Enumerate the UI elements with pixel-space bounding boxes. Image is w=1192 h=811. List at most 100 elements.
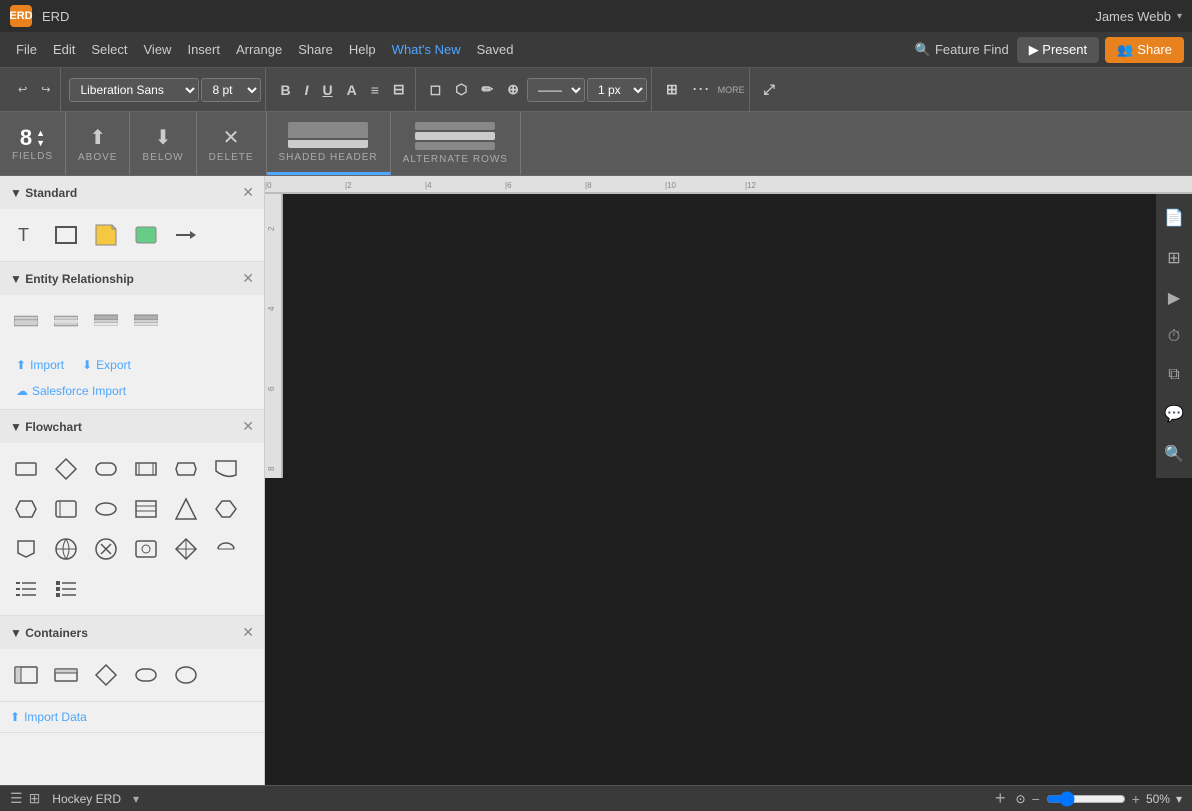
er-shape-4[interactable]	[128, 303, 164, 339]
user-dropdown-arrow[interactable]: ▾	[1177, 11, 1182, 22]
menu-insert[interactable]: Insert	[179, 38, 228, 61]
zoom-slider[interactable]	[1046, 791, 1126, 807]
fill-color-button[interactable]: ⬡	[449, 77, 473, 102]
cont-2[interactable]	[48, 657, 84, 693]
present-button[interactable]: ▶ Present	[1017, 37, 1099, 63]
er-header[interactable]: ▼ Entity Relationship ✕	[0, 262, 264, 295]
cont-3[interactable]	[88, 657, 124, 693]
flowchart-header[interactable]: ▼ Flowchart ✕	[0, 410, 264, 443]
green-shape[interactable]	[128, 217, 164, 253]
extras-button[interactable]: ⊞	[660, 77, 684, 102]
right-panel-timer-icon[interactable]: ⏱	[1162, 322, 1186, 352]
er-shape-2[interactable]	[48, 303, 84, 339]
fc-s8[interactable]	[48, 531, 84, 567]
fc-s1[interactable]	[8, 491, 44, 527]
menu-select[interactable]: Select	[83, 38, 135, 61]
menu-view[interactable]: View	[136, 38, 180, 61]
cont-1[interactable]	[8, 657, 44, 693]
fc-s4[interactable]	[128, 491, 164, 527]
count-up-arrow[interactable]: ▲	[36, 128, 45, 138]
undo-button[interactable]: ↩	[12, 79, 33, 100]
expand-button[interactable]: ⤢	[758, 77, 781, 102]
fc-s5[interactable]	[168, 491, 204, 527]
import-btn[interactable]: ⬆ Import	[10, 355, 70, 375]
fc-s12[interactable]	[208, 531, 244, 567]
align-left-button[interactable]: ≡	[365, 78, 385, 102]
bold-button[interactable]: B	[274, 78, 296, 102]
fc-s2[interactable]	[48, 491, 84, 527]
count-arrows[interactable]: ▲ ▼	[36, 128, 45, 148]
align-right-button[interactable]: ⊟	[387, 77, 411, 102]
standard-header[interactable]: ▼ Standard ✕	[0, 176, 264, 209]
menu-help[interactable]: Help	[341, 38, 384, 61]
fc-diamond[interactable]	[48, 451, 84, 487]
right-panel-present-icon[interactable]: ▶	[1162, 282, 1186, 314]
right-panel-search-icon[interactable]: 🔍	[1158, 438, 1190, 470]
menu-share[interactable]: Share	[290, 38, 341, 61]
list-view-btn[interactable]: ☰	[10, 790, 23, 807]
import-data-btn[interactable]: ⬆ Import Data	[0, 701, 264, 732]
fc-s3[interactable]	[88, 491, 124, 527]
right-panel-format-icon[interactable]: ⊞	[1161, 242, 1186, 274]
line-px-select[interactable]: 1 px	[587, 78, 647, 102]
line-style-select[interactable]: ——	[527, 78, 585, 102]
fill-button[interactable]: ◻	[424, 77, 448, 102]
rect-shape[interactable]	[48, 217, 84, 253]
above-section[interactable]: ⬆ ABOVE	[66, 112, 130, 175]
fc-doc[interactable]	[208, 451, 244, 487]
count-down-arrow[interactable]: ▼	[36, 138, 45, 148]
alternate-rows-section[interactable]: ALTERNATE ROWS	[391, 112, 521, 175]
er-shape-3[interactable]	[88, 303, 124, 339]
cont-4[interactable]	[128, 657, 164, 693]
zoom-dropdown-arrow[interactable]: ▾	[1176, 792, 1182, 806]
fc-s9[interactable]	[88, 531, 124, 567]
zoom-plus-btn[interactable]: +	[1132, 791, 1140, 807]
right-panel-layers-icon[interactable]: ⧉	[1162, 360, 1185, 390]
fc-rect[interactable]	[8, 451, 44, 487]
er-close-btn[interactable]: ✕	[242, 270, 254, 287]
grid-view-btn[interactable]: ⊞	[29, 790, 41, 807]
effects-button[interactable]: ⊕	[501, 77, 525, 102]
menu-saved[interactable]: Saved	[469, 38, 522, 61]
standard-close-btn[interactable]: ✕	[242, 184, 254, 201]
fc-s11[interactable]	[168, 531, 204, 567]
underline-button[interactable]: U	[316, 78, 338, 102]
right-panel-chat-icon[interactable]: 💬	[1158, 398, 1190, 430]
zoom-minus-btn[interactable]: −	[1032, 791, 1040, 807]
add-page-btn[interactable]: +	[995, 788, 1006, 809]
menu-arrange[interactable]: Arrange	[228, 38, 290, 61]
italic-button[interactable]: I	[299, 78, 315, 102]
menu-whats-new[interactable]: What's New	[384, 38, 469, 61]
fields-count-section[interactable]: 8 ▲ ▼ FIELDS	[0, 112, 66, 175]
diagram-name[interactable]: Hockey ERD	[46, 790, 127, 808]
share-button[interactable]: 👥 Share	[1105, 37, 1184, 63]
feature-find[interactable]: 🔍 Feature Find	[907, 38, 1017, 62]
fc-alt[interactable]	[168, 451, 204, 487]
fc-process[interactable]	[128, 451, 164, 487]
arrow-shape[interactable]	[168, 217, 204, 253]
er-shape-1[interactable]	[8, 303, 44, 339]
fc-list2[interactable]	[48, 571, 84, 607]
font-select[interactable]: Liberation Sans	[69, 78, 199, 102]
containers-header[interactable]: ▼ Containers ✕	[0, 616, 264, 649]
export-btn[interactable]: ⬇ Export	[76, 355, 137, 375]
below-section[interactable]: ⬇ BELOW	[130, 112, 196, 175]
diagram-dropdown-arrow[interactable]: ▾	[133, 792, 139, 806]
fc-rounded[interactable]	[88, 451, 124, 487]
fc-s7[interactable]	[8, 531, 44, 567]
fc-s6[interactable]	[208, 491, 244, 527]
font-color-button[interactable]: A	[341, 78, 363, 102]
cont-5[interactable]	[168, 657, 204, 693]
flowchart-close-btn[interactable]: ✕	[242, 418, 254, 435]
fc-list1[interactable]	[8, 571, 44, 607]
salesforce-btn[interactable]: ☁ Salesforce Import	[10, 381, 132, 401]
right-panel-pages-icon[interactable]: 📄	[1158, 202, 1190, 234]
size-select[interactable]: 8 pt	[201, 78, 261, 102]
more-button[interactable]: ⋯	[686, 77, 716, 102]
fc-s10[interactable]	[128, 531, 164, 567]
shaded-header-section[interactable]: SHADED HEADER	[267, 112, 391, 175]
containers-close-btn[interactable]: ✕	[242, 624, 254, 641]
text-shape[interactable]: T	[8, 217, 44, 253]
menu-edit[interactable]: Edit	[45, 38, 83, 61]
stroke-button[interactable]: ✏	[475, 77, 499, 102]
